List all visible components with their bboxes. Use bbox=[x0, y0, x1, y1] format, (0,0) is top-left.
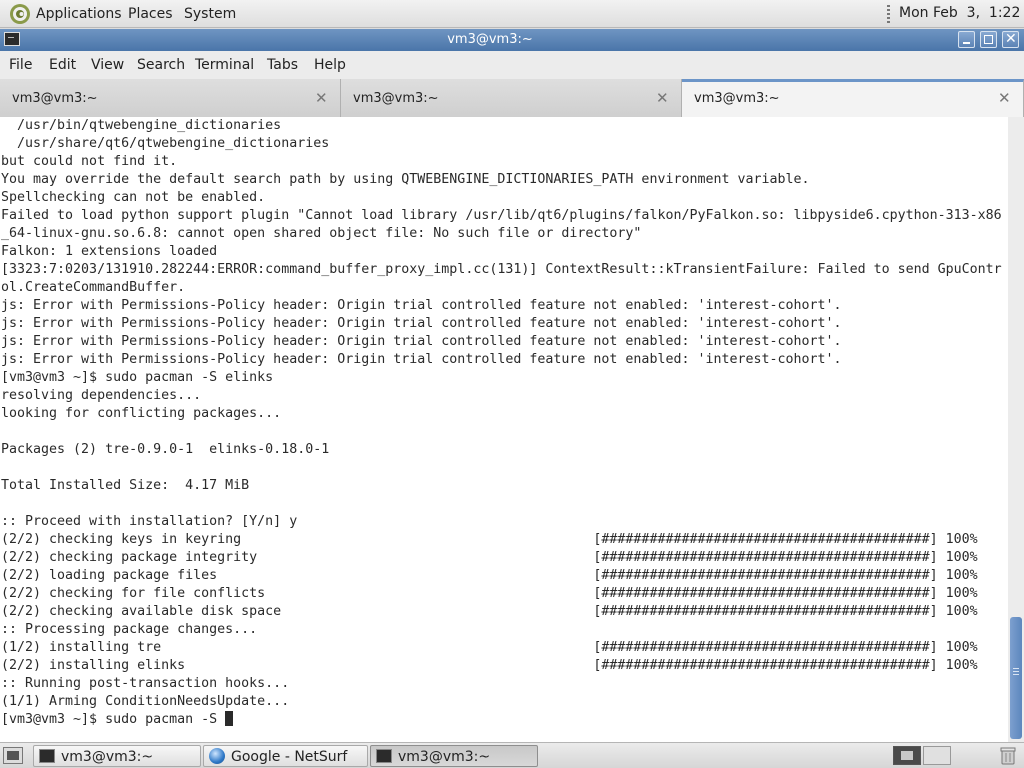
maximize-icon bbox=[984, 35, 993, 44]
terminal-cursor bbox=[225, 711, 234, 726]
terminal-line: js: Error with Permissions-Policy header… bbox=[1, 352, 842, 367]
applications-menu[interactable]: Applications bbox=[36, 6, 122, 22]
taskbar-item-label: Google - NetSurf bbox=[231, 749, 348, 765]
terminal-line: :: Processing package changes... bbox=[1, 622, 258, 637]
terminal-line: /usr/share/qt6/qtwebengine_dictionaries bbox=[1, 136, 330, 151]
terminal-output[interactable]: /usr/bin/qtwebengine_dictionaries /usr/s… bbox=[0, 117, 1008, 742]
scrollbar-grip-icon bbox=[1013, 668, 1019, 677]
close-tab-icon[interactable]: ✕ bbox=[315, 89, 328, 107]
taskbar-item-label: vm3@vm3:~ bbox=[61, 749, 154, 765]
clock[interactable]: Mon Feb 3, 1:22 PM bbox=[899, 5, 1024, 21]
terminal-line: [vm3@vm3 ~]$ sudo pacman -S elinks bbox=[1, 370, 274, 385]
scrollbar-thumb[interactable] bbox=[1010, 617, 1022, 739]
places-menu[interactable]: Places bbox=[128, 6, 173, 22]
tab-3[interactable]: vm3@vm3:~ ✕ bbox=[682, 79, 1024, 117]
tab-1[interactable]: vm3@vm3:~ ✕ bbox=[0, 79, 341, 117]
terminal-line: _64-linux-gnu.so.6.8: cannot open shared… bbox=[1, 226, 642, 241]
terminal-line: [vm3@vm3 ~]$ sudo pacman -S bbox=[1, 711, 1002, 729]
terminal-line: (2/2) checking keys in keyring [########… bbox=[1, 532, 978, 547]
terminal-line: Falkon: 1 extensions loaded bbox=[1, 244, 218, 259]
workspace-1-button[interactable] bbox=[893, 746, 921, 765]
terminal-line: (2/2) checking available disk space [###… bbox=[1, 604, 978, 619]
tab-label: vm3@vm3:~ bbox=[353, 91, 439, 106]
system-menu[interactable]: System bbox=[184, 6, 236, 22]
minimize-icon bbox=[963, 42, 970, 44]
menu-help[interactable]: Help bbox=[314, 57, 346, 73]
menubar: File Edit View Search Terminal Tabs Help bbox=[0, 51, 1024, 79]
terminal-line: (2/2) installing elinks [###############… bbox=[1, 658, 978, 673]
workspace-2-button[interactable] bbox=[923, 746, 951, 765]
terminal-icon bbox=[39, 749, 55, 763]
terminal-line: :: Proceed with installation? [Y/n] y bbox=[1, 514, 298, 529]
terminal-icon bbox=[376, 749, 392, 763]
terminal-line: js: Error with Permissions-Policy header… bbox=[1, 298, 842, 313]
window-titlebar[interactable]: vm3@vm3:~ ✕ bbox=[0, 29, 1024, 51]
close-tab-icon[interactable]: ✕ bbox=[998, 89, 1011, 107]
close-window-button[interactable]: ✕ bbox=[1002, 31, 1019, 48]
terminal-line: resolving dependencies... bbox=[1, 388, 202, 403]
terminal-line: looking for conflicting packages... bbox=[1, 406, 282, 421]
terminal-line: :: Running post-transaction hooks... bbox=[1, 676, 290, 691]
panel-handle[interactable] bbox=[887, 5, 890, 23]
gnome-foot-icon[interactable] bbox=[9, 3, 31, 25]
menu-view[interactable]: View bbox=[91, 57, 124, 73]
bottom-panel: vm3@vm3:~ Google - NetSurf vm3@vm3:~ bbox=[0, 742, 1024, 768]
terminal-line: ol.CreateCommandBuffer. bbox=[1, 280, 186, 295]
minimize-button[interactable] bbox=[958, 31, 975, 48]
terminal-line: (1/2) installing tre [##################… bbox=[1, 640, 978, 655]
terminal-line: Packages (2) tre-0.9.0-1 elinks-0.18.0-1 bbox=[1, 442, 330, 457]
tab-label: vm3@vm3:~ bbox=[12, 91, 98, 106]
menu-tabs[interactable]: Tabs bbox=[267, 57, 298, 73]
netsurf-globe-icon bbox=[209, 748, 225, 764]
terminal-line: /usr/bin/qtwebengine_dictionaries bbox=[1, 118, 282, 133]
terminal-text[interactable]: /usr/bin/qtwebengine_dictionaries /usr/s… bbox=[1, 117, 1002, 729]
maximize-button[interactable] bbox=[980, 31, 997, 48]
show-desktop-icon[interactable] bbox=[3, 747, 23, 764]
taskbar-item-terminal-1[interactable]: vm3@vm3:~ bbox=[33, 745, 201, 767]
terminal-line: (1/1) Arming ConditionNeedsUpdate... bbox=[1, 694, 290, 709]
menu-terminal[interactable]: Terminal bbox=[195, 57, 254, 73]
menu-file[interactable]: File bbox=[9, 57, 32, 73]
tab-2[interactable]: vm3@vm3:~ ✕ bbox=[341, 79, 682, 117]
close-icon: ✕ bbox=[1005, 31, 1017, 47]
tab-label: vm3@vm3:~ bbox=[694, 91, 780, 106]
close-tab-icon[interactable]: ✕ bbox=[656, 89, 669, 107]
terminal-scrollbar[interactable] bbox=[1008, 117, 1024, 742]
taskbar-item-netsurf[interactable]: Google - NetSurf bbox=[203, 745, 368, 767]
taskbar-item-terminal-2[interactable]: vm3@vm3:~ bbox=[370, 745, 538, 767]
trash-icon[interactable] bbox=[1000, 746, 1016, 765]
terminal-line: js: Error with Permissions-Policy header… bbox=[1, 334, 842, 349]
terminal-line: Spellchecking can not be enabled. bbox=[1, 190, 266, 205]
tab-bar: vm3@vm3:~ ✕ vm3@vm3:~ ✕ vm3@vm3:~ ✕ bbox=[0, 79, 1024, 117]
taskbar-item-label: vm3@vm3:~ bbox=[398, 749, 491, 765]
menu-edit[interactable]: Edit bbox=[49, 57, 76, 73]
terminal-line: but could not find it. bbox=[1, 154, 178, 169]
terminal-line: (2/2) checking for file conflicts [#####… bbox=[1, 586, 978, 601]
terminal-line: js: Error with Permissions-Policy header… bbox=[1, 316, 842, 331]
top-panel: Applications Places System Mon Feb 3, 1:… bbox=[0, 0, 1024, 28]
terminal-line: (2/2) checking package integrity [######… bbox=[1, 550, 978, 565]
window-title: vm3@vm3:~ bbox=[447, 32, 533, 47]
terminal-line: You may override the default search path… bbox=[1, 172, 810, 187]
menu-search[interactable]: Search bbox=[137, 57, 185, 73]
terminal-line: [3323:7:0203/131910.282244:ERROR:command… bbox=[1, 262, 1002, 277]
terminal-line: Failed to load python support plugin "Ca… bbox=[1, 208, 1002, 223]
terminal-line: (2/2) loading package files [###########… bbox=[1, 568, 978, 583]
terminal-line: Total Installed Size: 4.17 MiB bbox=[1, 478, 250, 493]
